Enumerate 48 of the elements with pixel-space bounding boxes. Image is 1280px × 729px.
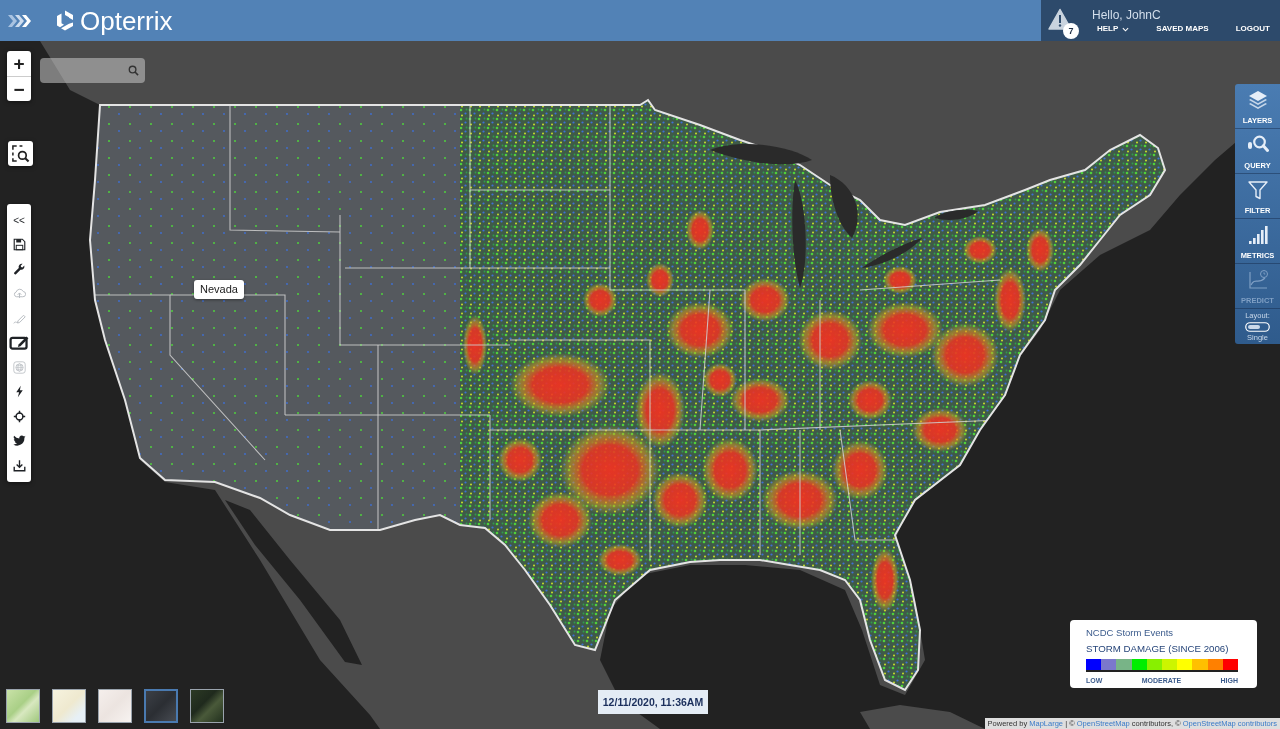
alert-count[interactable]: 7 [1063, 23, 1079, 39]
heat-cluster [883, 266, 917, 294]
menu-link[interactable]: SAVED MAPS [1156, 24, 1209, 34]
zoom-in-button[interactable]: + [7, 51, 31, 76]
state-tooltip: Nevada [194, 280, 244, 299]
heat-cluster [963, 236, 997, 264]
timestamp: 12/11/2020, 11:36AM [598, 690, 708, 714]
heat-cluster [498, 438, 542, 482]
basemap-thumbnail[interactable] [190, 689, 224, 723]
lake-shape [830, 175, 858, 238]
logo-icon [55, 9, 75, 32]
zoom-out-button[interactable]: − [7, 76, 31, 101]
basemap-thumbnail[interactable] [98, 689, 132, 723]
heat-cluster [798, 310, 862, 370]
search-field[interactable] [40, 58, 145, 83]
lake-shape [862, 238, 922, 268]
trend-chart-icon [1246, 269, 1269, 291]
collapse-button[interactable]: << [7, 208, 31, 233]
legend-title: STORM DAMAGE (SINCE 2006) [1086, 643, 1230, 655]
heat-cluster [832, 440, 888, 500]
heat-cluster [598, 544, 642, 576]
lake-shape [934, 209, 978, 220]
zoom-area-icon [11, 144, 30, 163]
heat-cluster [740, 278, 790, 322]
help-menu[interactable]: HELP [1097, 24, 1130, 34]
basemap-thumbnail[interactable] [6, 689, 40, 723]
zoom-select-button[interactable] [8, 141, 33, 166]
bar-chart-icon [1246, 224, 1269, 246]
legend-source: NCDC Storm Events [1086, 627, 1175, 639]
greeting-text: Hello, JohnC [1092, 8, 1161, 22]
layout-toggle[interactable] [1245, 322, 1270, 332]
heat-cluster [646, 263, 674, 297]
heat-cluster [848, 380, 892, 420]
heat-cluster [912, 408, 968, 452]
basemap-thumbnail[interactable] [52, 689, 86, 723]
caret-icon [1122, 26, 1130, 32]
heat-cluster [583, 283, 617, 317]
menu-link[interactable]: LOGOUT [1235, 24, 1270, 34]
search-icon[interactable] [128, 65, 139, 76]
heat-cluster [666, 302, 734, 358]
heat-cluster [686, 210, 714, 250]
filter-icon [1246, 179, 1269, 201]
heat-cluster [702, 438, 758, 502]
heat-cluster [871, 548, 899, 612]
basemap-thumbnail[interactable] [144, 689, 178, 723]
brand-name: Opterrix [80, 5, 173, 36]
heat-cluster [463, 315, 487, 375]
chevrons-icon[interactable] [8, 14, 31, 27]
